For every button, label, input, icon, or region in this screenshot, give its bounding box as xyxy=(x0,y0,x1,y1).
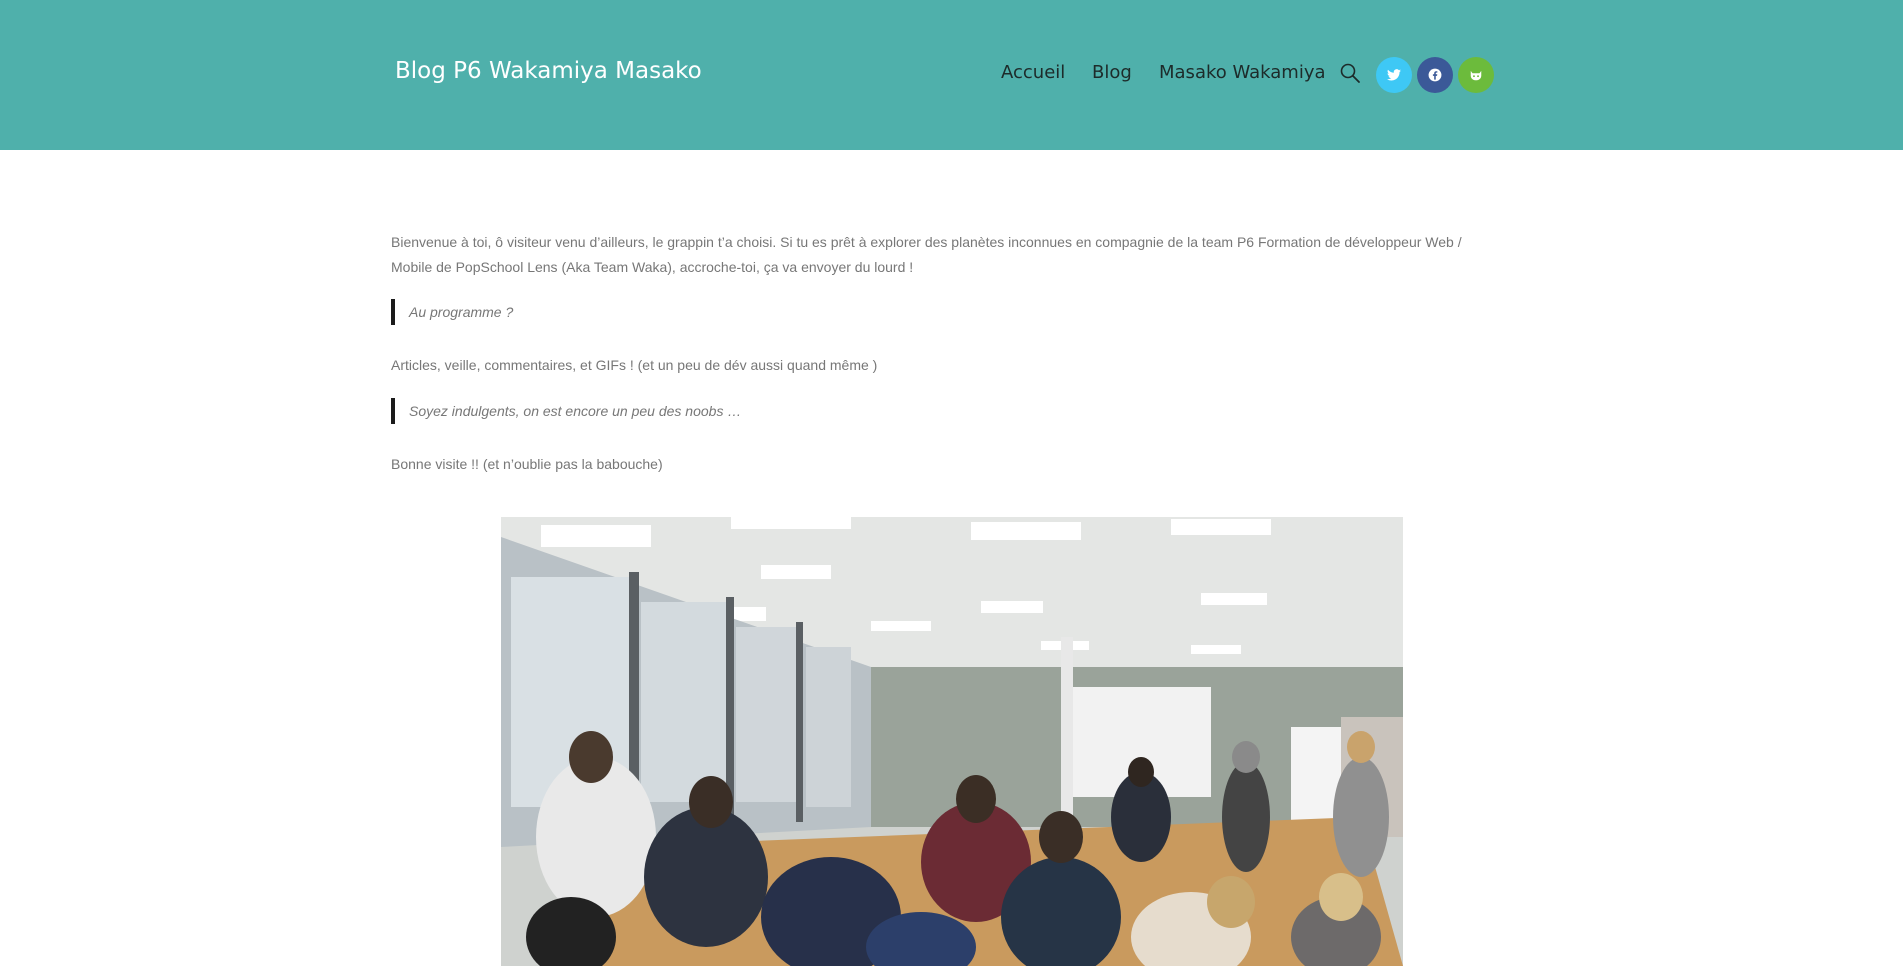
quote-indulgents: Soyez indulgents, on est encore un peu d… xyxy=(391,398,741,424)
twitter-icon xyxy=(1387,69,1401,81)
site-title[interactable]: Blog P6 Wakamiya Masako xyxy=(395,58,702,84)
content-paragraph-bonne-visite: Bonne visite !! (et n’oublie pas la babo… xyxy=(391,456,663,472)
nav-item-accueil[interactable]: Accueil xyxy=(1001,62,1065,83)
intro-paragraph: Bienvenue à toi, ô visiteur venu d’aille… xyxy=(391,234,1462,275)
nav-item-blog[interactable]: Blog xyxy=(1092,62,1132,83)
search-button[interactable] xyxy=(1339,62,1361,84)
facebook-icon xyxy=(1428,68,1442,82)
facebook-link[interactable] xyxy=(1417,57,1453,93)
search-icon xyxy=(1340,63,1360,83)
content-paragraph-articles: Articles, veille, commentaires, et GIFs … xyxy=(391,357,878,373)
github-icon xyxy=(1470,70,1482,81)
twitter-link[interactable] xyxy=(1376,57,1412,93)
classroom-photo xyxy=(501,517,1403,966)
site-header: Blog P6 Wakamiya Masako Accueil Blog Mas… xyxy=(0,0,1903,150)
classroom-photo-illustration xyxy=(501,517,1403,966)
quote-au-programme: Au programme ? xyxy=(391,299,513,325)
nav-item-masako-wakamiya[interactable]: Masako Wakamiya xyxy=(1159,62,1326,83)
github-link[interactable] xyxy=(1458,57,1494,93)
